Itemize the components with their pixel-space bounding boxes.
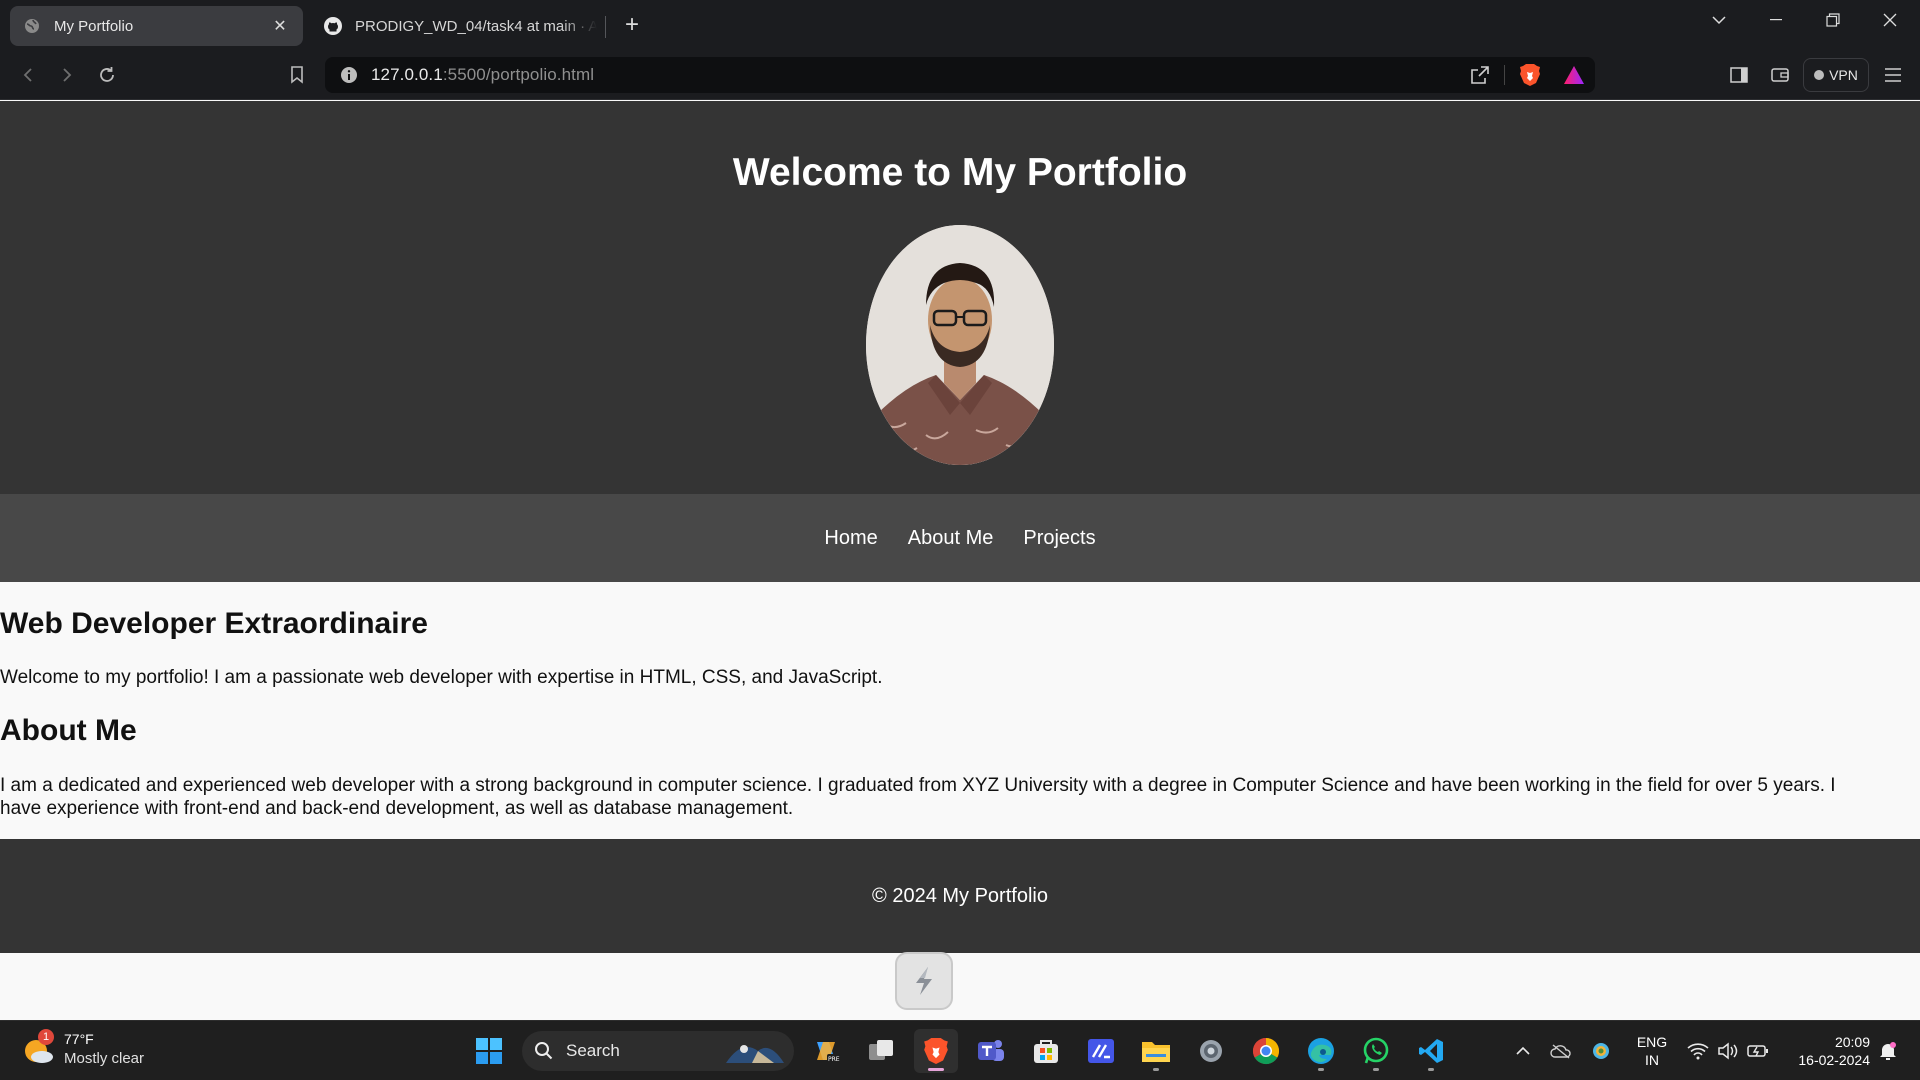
vscode-icon[interactable] — [1409, 1029, 1453, 1073]
tab-my-portfolio[interactable]: My Portfolio ✕ — [10, 6, 303, 46]
share-icon[interactable] — [1465, 60, 1495, 90]
back-icon[interactable] — [13, 60, 43, 90]
github-icon — [323, 16, 343, 36]
section-text-about: I am a dedicated and experienced web dev… — [0, 775, 1836, 819]
microsoft-store-icon[interactable] — [1024, 1029, 1068, 1073]
svg-text:PRE: PRE — [828, 1056, 840, 1063]
sidebar-toggle-icon[interactable] — [1724, 60, 1754, 90]
weather-temperature: 77°F — [64, 1031, 94, 1047]
wallet-icon[interactable] — [1765, 60, 1795, 90]
app-indicator — [1153, 1068, 1159, 1071]
close-icon[interactable]: ✕ — [269, 15, 291, 37]
onedrive-offline-icon[interactable] — [1546, 1031, 1576, 1071]
whiteboard-app-icon[interactable] — [1079, 1029, 1123, 1073]
file-explorer-icon[interactable] — [1134, 1029, 1178, 1073]
language-indicator[interactable]: ENG IN — [1632, 1033, 1672, 1069]
show-hidden-icons-chevron-icon[interactable] — [1508, 1031, 1538, 1071]
language-region: IN — [1645, 1052, 1659, 1068]
forward-icon[interactable] — [52, 60, 82, 90]
start-button[interactable] — [467, 1029, 511, 1073]
search-highlight-icon — [726, 1045, 784, 1063]
windows-logo-icon — [476, 1038, 502, 1064]
tab-search-chevron-icon[interactable] — [1692, 0, 1746, 40]
vpn-button[interactable]: VPN — [1803, 58, 1869, 92]
tab-title: PRODIGY_WD_04/task4 at main · AYUSH — [355, 17, 597, 35]
vpn-label: VPN — [1829, 67, 1858, 83]
weather-description: Mostly clear — [64, 1050, 145, 1067]
tab-title: My Portfolio — [54, 17, 134, 35]
new-tab-button[interactable]: + — [618, 12, 646, 40]
nav-link-home[interactable]: Home — [824, 527, 877, 550]
url-text: 127.0.0.1:5500/portpolio.html — [371, 65, 594, 85]
reload-icon[interactable] — [92, 60, 122, 90]
brave-taskbar-icon[interactable] — [914, 1029, 958, 1073]
windows-taskbar: 1 77°F Mostly clear Search PRE ENG IN 20… — [0, 1020, 1920, 1080]
weather-badge: 1 — [38, 1029, 54, 1045]
search-label: Search — [566, 1041, 620, 1060]
language-code: ENG — [1636, 1034, 1668, 1050]
volume-icon[interactable] — [1714, 1031, 1742, 1071]
app-indicator — [1373, 1068, 1379, 1071]
vpn-status-icon — [1814, 70, 1825, 80]
main-nav: Home About Me Projects — [0, 494, 1920, 582]
menu-icon[interactable] — [1878, 60, 1908, 90]
battery-charging-icon[interactable] — [1744, 1031, 1772, 1071]
taskbar-search-box[interactable]: Search — [522, 1031, 794, 1071]
section-heading-about-me: About Me — [0, 714, 137, 747]
page-footer: © 2024 My Portfolio — [0, 839, 1920, 953]
whatsapp-icon[interactable] — [1354, 1029, 1398, 1073]
clock-time: 20:09 — [1834, 1034, 1870, 1050]
rewards-triangle-icon[interactable] — [1559, 60, 1589, 90]
notification-bell-icon[interactable] — [1874, 1031, 1902, 1071]
browser-tab-strip: My Portfolio ✕ PRODIGY_WD_04/task4 at ma… — [0, 0, 1920, 50]
restore-icon[interactable] — [1806, 0, 1860, 40]
profile-photo — [866, 225, 1054, 465]
hero-header: Welcome to My Portfolio — [0, 101, 1920, 494]
section-heading-web-developer: Web Developer Extraordinaire — [0, 607, 428, 640]
web-page: Welcome to My Portfolio Home About Me Pr… — [0, 101, 1920, 1020]
url-separator — [1504, 65, 1505, 85]
tab-separator — [605, 16, 606, 38]
nav-link-projects[interactable]: Projects — [1023, 527, 1095, 550]
weather-widget[interactable]: 1 77°F Mostly clear — [20, 1029, 220, 1073]
globe-icon — [22, 16, 42, 36]
browser-toolbar: 127.0.0.1:5500/portpolio.html VPN — [0, 50, 1920, 100]
task-view-icon[interactable] — [859, 1029, 903, 1073]
page-title: Welcome to My Portfolio — [732, 151, 1188, 194]
clock-date: 16-02-2024 — [1798, 1052, 1870, 1068]
section-text-intro: Welcome to my portfolio! I am a passiona… — [0, 667, 883, 688]
address-bar[interactable]: 127.0.0.1:5500/portpolio.html — [325, 57, 1595, 93]
minimize-icon[interactable] — [1749, 0, 1803, 40]
edge-icon[interactable] — [1299, 1029, 1343, 1073]
footer-copyright: © 2024 My Portfolio — [872, 884, 1048, 907]
site-info-icon[interactable] — [331, 57, 367, 93]
app-indicator — [1428, 1068, 1434, 1071]
url-host: 127.0.0.1 — [371, 65, 443, 84]
bookmark-icon[interactable] — [282, 60, 312, 90]
tab-github[interactable]: PRODIGY_WD_04/task4 at main · AYUSH — [315, 6, 605, 46]
chrome-icon[interactable] — [1244, 1029, 1288, 1073]
nav-link-about-me[interactable]: About Me — [908, 527, 994, 550]
brave-shields-icon[interactable] — [1515, 60, 1545, 90]
teams-icon[interactable] — [969, 1029, 1013, 1073]
settings-gear-icon[interactable] — [1189, 1029, 1233, 1073]
close-window-icon[interactable] — [1863, 0, 1917, 40]
app-indicator — [1318, 1068, 1324, 1071]
url-path: :5500/portpolio.html — [442, 65, 595, 84]
system-clock[interactable]: 20:09 16-02-2024 — [1780, 1033, 1870, 1069]
app-tray-icon[interactable] — [1586, 1031, 1616, 1071]
live-server-extension-icon[interactable] — [895, 952, 953, 1010]
wifi-icon[interactable] — [1684, 1031, 1712, 1071]
copilot-app-icon[interactable]: PRE — [804, 1029, 848, 1073]
search-icon — [535, 1042, 553, 1060]
app-indicator — [928, 1068, 944, 1071]
